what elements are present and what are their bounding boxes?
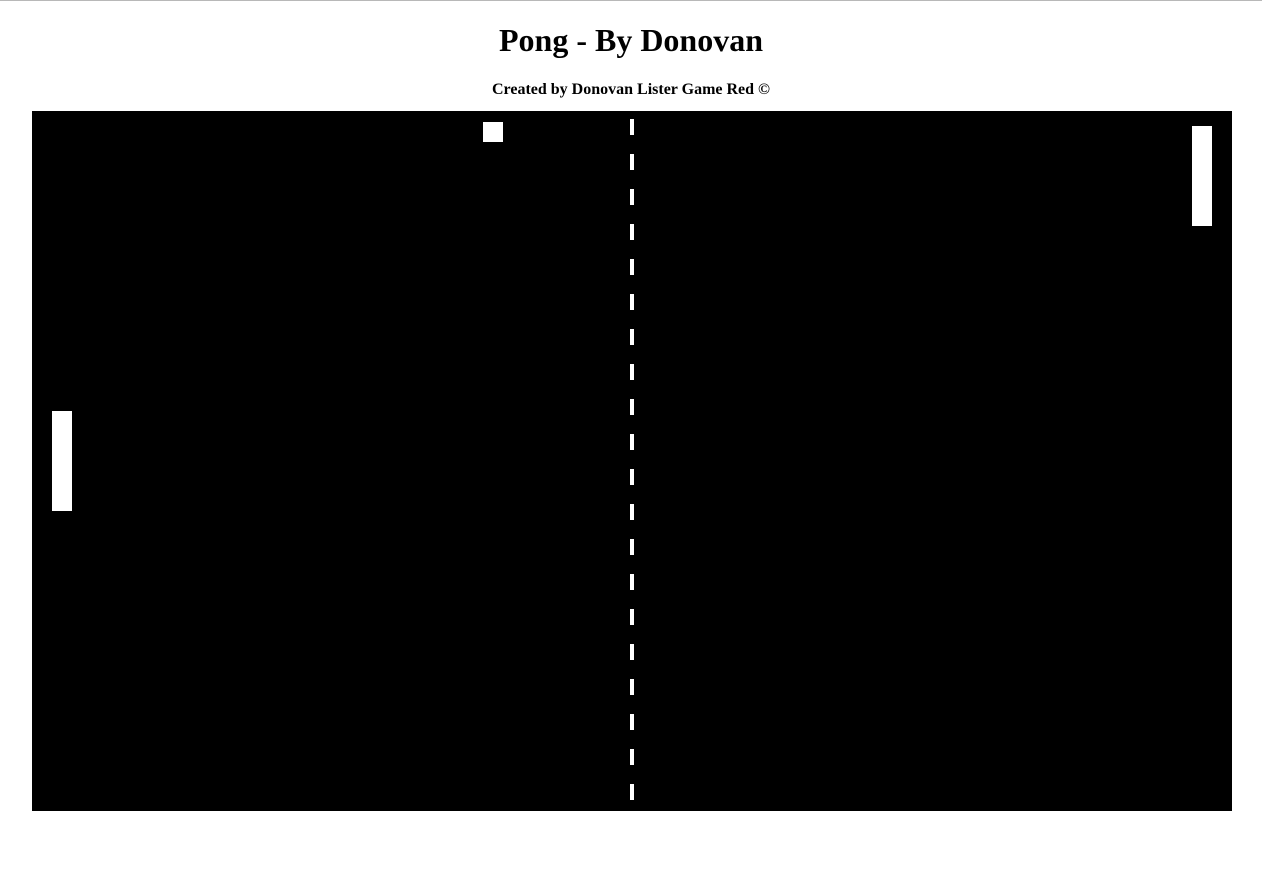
net-dash [630,784,634,800]
game-canvas[interactable] [32,111,1232,811]
net-dash [630,644,634,660]
net-dash [630,574,634,590]
net-dash [630,469,634,485]
net-dash [630,259,634,275]
net-dash [630,119,634,135]
net-dash [630,609,634,625]
net-dash [630,504,634,520]
net-dash [630,154,634,170]
net-dash [630,294,634,310]
net-dash [630,189,634,205]
top-divider [0,0,1262,1]
net-dash [630,364,634,380]
net-dash [630,399,634,415]
net-dash [630,224,634,240]
net-dash [630,749,634,765]
page-title: Pong - By Donovan [498,22,764,58]
net-dash [630,329,634,345]
center-net [630,111,634,811]
net-dash [630,539,634,555]
right-paddle [1192,126,1212,226]
credit-line: Created by Donovan Lister Game Red © [491,81,770,98]
ball [483,122,503,142]
net-dash [630,714,634,730]
left-paddle [52,411,72,511]
net-dash [630,434,634,450]
net-dash [630,679,634,695]
